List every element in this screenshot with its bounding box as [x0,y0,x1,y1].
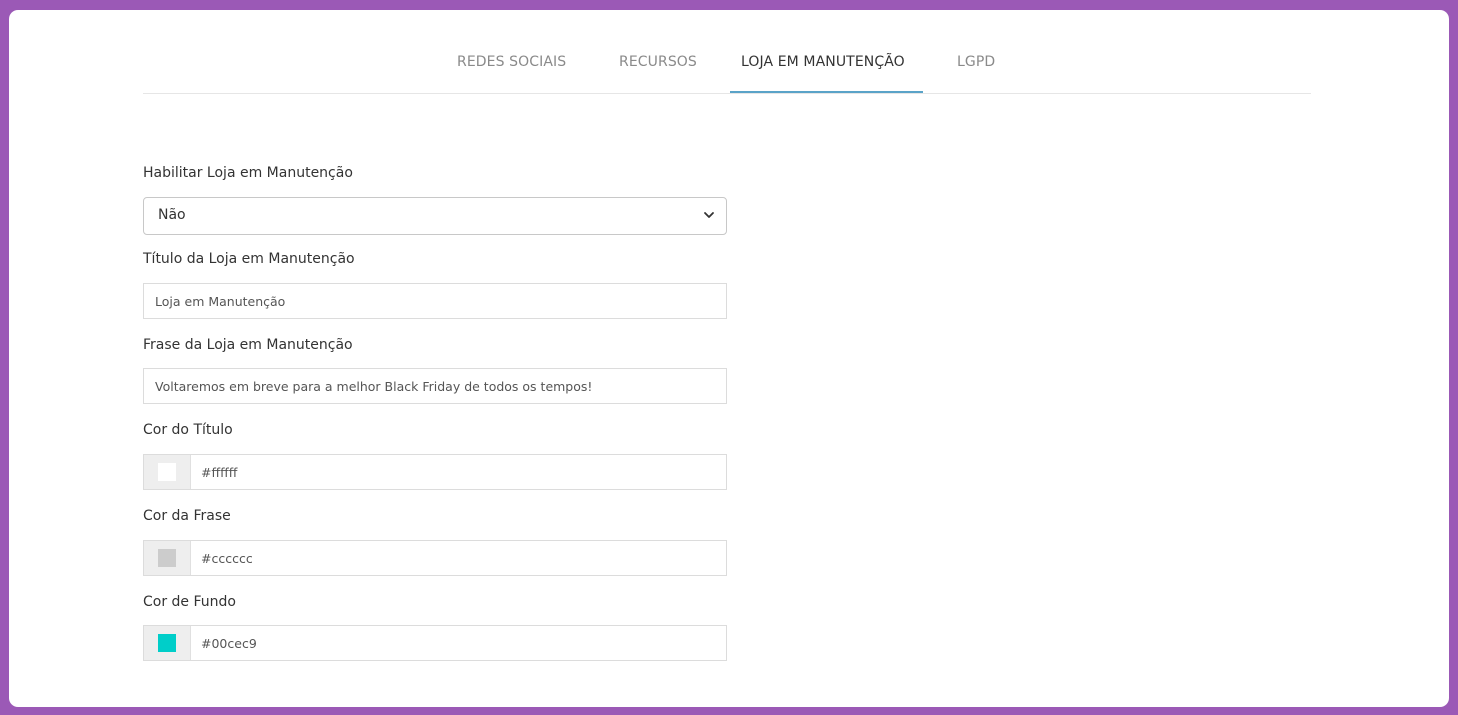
enable-maintenance-select[interactable]: Não [143,197,727,235]
active-tab-indicator [730,91,923,93]
enable-maintenance-value: Não [158,207,186,223]
tab-recursos[interactable]: RECURSOS [619,54,697,70]
phrase-color-label: Cor da Frase [143,508,231,524]
tab-redes-sociais[interactable]: REDES SOCIAIS [457,54,566,70]
tab-loja-em-manutencao[interactable]: LOJA EM MANUTENÇÃO [741,54,905,70]
maintenance-title-input[interactable]: Loja em Manutenção [143,283,727,319]
background-color-picker[interactable] [144,626,191,660]
title-color-picker[interactable] [144,455,191,489]
maintenance-title-label: Título da Loja em Manutenção [143,251,355,267]
phrase-color-picker[interactable] [144,541,191,575]
page-frame: REDES SOCIAIS RECURSOS LOJA EM MANUTENÇÃ… [0,0,1458,715]
maintenance-phrase-value: Voltaremos em breve para a melhor Black … [155,379,593,394]
phrase-color-swatch [158,549,176,567]
tab-bar: REDES SOCIAIS RECURSOS LOJA EM MANUTENÇÃ… [143,10,1311,94]
maintenance-phrase-label: Frase da Loja em Manutenção [143,337,353,353]
settings-card: REDES SOCIAIS RECURSOS LOJA EM MANUTENÇÃ… [9,10,1449,707]
title-color-input[interactable]: #ffffff [143,454,727,490]
background-color-value: #00cec9 [201,636,257,651]
maintenance-title-value: Loja em Manutenção [155,294,286,309]
chevron-down-icon [704,212,714,218]
background-color-swatch [158,634,176,652]
background-color-input[interactable]: #00cec9 [143,625,727,661]
phrase-color-value: #cccccc [201,551,253,566]
title-color-label: Cor do Título [143,422,233,438]
title-color-value: #ffffff [201,465,238,480]
maintenance-phrase-input[interactable]: Voltaremos em breve para a melhor Black … [143,368,727,404]
enable-maintenance-label: Habilitar Loja em Manutenção [143,165,353,181]
phrase-color-input[interactable]: #cccccc [143,540,727,576]
tab-lgpd[interactable]: LGPD [957,54,995,70]
title-color-swatch [158,463,176,481]
background-color-label: Cor de Fundo [143,594,236,610]
